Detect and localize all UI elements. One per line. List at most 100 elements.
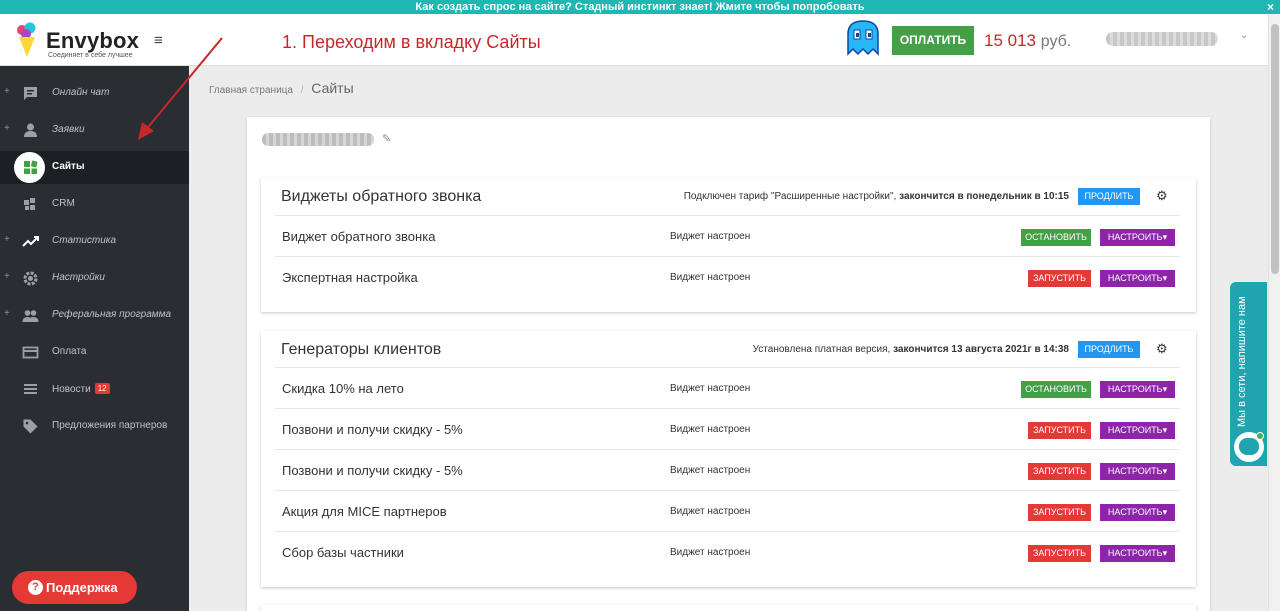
- pay-button[interactable]: ОПЛАТИТЬ: [892, 26, 974, 55]
- widget-name: Виджет обратного звонка: [282, 229, 436, 244]
- start-button[interactable]: ЗАПУСТИТЬ: [1028, 504, 1091, 521]
- widget-row: Позвони и получи скидку - 5% Виджет наст…: [275, 449, 1180, 490]
- sidebar-item-referral[interactable]: + Реферальная программа: [0, 299, 189, 332]
- configure-button[interactable]: НАСТРОИТЬ▾: [1100, 504, 1175, 521]
- person-icon: [24, 123, 37, 137]
- widget-name: Скидка 10% на лето: [282, 381, 404, 396]
- next-panel: [261, 605, 1196, 611]
- sidebar-item-statistics[interactable]: + Статистика: [0, 225, 189, 258]
- news-icon: [24, 384, 37, 394]
- start-button[interactable]: ЗАПУСТИТЬ: [1028, 463, 1091, 480]
- tag-icon: [23, 419, 38, 434]
- support-button[interactable]: ? Поддержка: [12, 571, 137, 604]
- gear-icon[interactable]: ⚙: [1156, 188, 1168, 204]
- sidebar-item-label: CRM: [52, 198, 75, 209]
- widget-name: Акция для MICE партнеров: [282, 504, 447, 519]
- people-icon: [22, 310, 39, 322]
- chevron-down-icon[interactable]: ⌄: [1240, 30, 1248, 41]
- chat-widget-text[interactable]: Мы в сети, напишите нам: [1236, 296, 1248, 427]
- support-label: Поддержка: [46, 580, 118, 595]
- balance: 15 013 руб.: [984, 31, 1071, 51]
- configure-button[interactable]: НАСТРОИТЬ▾: [1100, 270, 1175, 287]
- widget-row: Виджет обратного звонка Виджет настроен …: [275, 215, 1180, 256]
- panel-title: Генераторы клиентов: [281, 341, 442, 358]
- sidebar-item-label: Предложения партнеров: [52, 420, 168, 431]
- start-button[interactable]: ЗАПУСТИТЬ: [1028, 270, 1091, 287]
- extend-button[interactable]: ПРОДЛИТЬ: [1078, 188, 1140, 205]
- chat-widget[interactable]: Мы в сети, напишите нам: [1230, 282, 1267, 466]
- client-generators-panel: Генераторы клиентов Установлена платная …: [261, 331, 1196, 587]
- tariff-info: Установлена платная версия, закончится 1…: [753, 344, 1069, 355]
- gear-icon[interactable]: ⚙: [1156, 341, 1168, 357]
- sidebar-item-label: Онлайн чат: [52, 87, 110, 98]
- balance-amount: 15 013: [984, 31, 1036, 50]
- crm-icon: [24, 198, 35, 210]
- stop-button[interactable]: ОСТАНОВИТЬ: [1021, 229, 1091, 246]
- breadcrumb: Главная страница / Сайты: [209, 80, 354, 96]
- sidebar-item-label: Сайты: [52, 161, 85, 172]
- tariff-expiry: закончится 13 августа 2021г в 14:38: [893, 344, 1069, 355]
- pencil-icon[interactable]: ✎: [382, 132, 391, 145]
- sidebar-item-label: Новости 12: [52, 383, 110, 395]
- online-status-icon: [1256, 432, 1264, 440]
- tariff-expiry: закончится в понедельник в 10:15: [899, 191, 1069, 202]
- sidebar-item-crm[interactable]: CRM: [0, 188, 189, 221]
- widget-row: Скидка 10% на лето Виджет настроен ОСТАН…: [275, 367, 1180, 408]
- help-icon: ?: [28, 580, 43, 595]
- balance-currency: руб.: [1040, 33, 1072, 50]
- widget-row: Позвони и получи скидку - 5% Виджет наст…: [275, 408, 1180, 449]
- ice-cream-logo-icon: [17, 22, 36, 57]
- logo-name: Envybox: [46, 28, 140, 53]
- configure-button[interactable]: НАСТРОИТЬ▾: [1100, 229, 1175, 246]
- news-count-badge: 12: [94, 383, 110, 394]
- expand-icon[interactable]: +: [4, 308, 10, 319]
- page-title: Сайты: [311, 80, 354, 96]
- tariff-info: Подключен тариф "Расширенные настройки",…: [684, 191, 1069, 202]
- widget-name: Экспертная настройка: [282, 270, 418, 285]
- widget-status: Виджет настроен: [670, 547, 751, 558]
- start-button[interactable]: ЗАПУСТИТЬ: [1028, 422, 1091, 439]
- chart-icon: [22, 236, 39, 247]
- page-scrollbar[interactable]: [1268, 14, 1280, 611]
- widget-status: Виджет настроен: [670, 272, 751, 283]
- widget-status: Виджет настроен: [670, 465, 751, 476]
- scrollbar-thumb[interactable]: [1271, 24, 1279, 274]
- widget-row: Сбор базы частники Виджет настроен ЗАПУС…: [275, 531, 1180, 572]
- widget-status: Виджет настроен: [670, 383, 751, 394]
- sidebar-item-partner-offers[interactable]: Предложения партнеров: [0, 410, 189, 443]
- sidebar-item-sites[interactable]: Сайты: [0, 151, 189, 184]
- tariff-info-text: Подключен тариф "Расширенные настройки",: [683, 191, 900, 202]
- configure-button[interactable]: НАСТРОИТЬ▾: [1100, 463, 1175, 480]
- expand-icon[interactable]: +: [4, 271, 10, 282]
- expand-icon[interactable]: +: [4, 234, 10, 245]
- sidebar-item-payment[interactable]: Оплата: [0, 336, 189, 369]
- promo-banner[interactable]: Как создать спрос на сайте? Стадный инст…: [0, 0, 1280, 14]
- stop-button[interactable]: ОСТАНОВИТЬ: [1021, 381, 1091, 398]
- breadcrumb-home[interactable]: Главная страница: [209, 85, 293, 96]
- sites-icon: [24, 160, 38, 174]
- sidebar-item-label-text: Новости: [52, 384, 91, 395]
- promo-banner-text[interactable]: Как создать спрос на сайте? Стадный инст…: [415, 1, 864, 13]
- configure-button[interactable]: НАСТРОИТЬ▾: [1100, 422, 1175, 439]
- site-card: ✎ Виджеты обратного звонка Подключен тар…: [247, 117, 1210, 611]
- card-icon: [22, 346, 39, 359]
- extend-button[interactable]: ПРОДЛИТЬ: [1078, 341, 1140, 358]
- expand-icon[interactable]: +: [4, 123, 10, 134]
- breadcrumb-separator: /: [300, 85, 304, 96]
- configure-button[interactable]: НАСТРОИТЬ▾: [1100, 381, 1175, 398]
- gear-icon: [23, 271, 38, 286]
- sidebar-item-label: Заявки: [52, 124, 85, 135]
- ghost-icon[interactable]: [846, 20, 880, 56]
- sidebar-item-settings[interactable]: + Настройки: [0, 262, 189, 295]
- configure-button[interactable]: НАСТРОИТЬ▾: [1100, 545, 1175, 562]
- site-domain: [262, 133, 374, 146]
- user-account-menu[interactable]: [1106, 32, 1218, 46]
- widget-row: Экспертная настройка Виджет настроен ЗАП…: [275, 256, 1180, 297]
- tutorial-annotation: 1. Переходим в вкладку Сайты: [282, 32, 541, 52]
- sidebar-item-news[interactable]: Новости 12: [0, 373, 189, 406]
- close-icon[interactable]: ×: [1267, 0, 1274, 14]
- expand-icon[interactable]: +: [4, 86, 10, 97]
- sidebar-item-label: Оплата: [52, 346, 87, 357]
- start-button[interactable]: ЗАПУСТИТЬ: [1028, 545, 1091, 562]
- widget-status: Виджет настроен: [670, 506, 751, 517]
